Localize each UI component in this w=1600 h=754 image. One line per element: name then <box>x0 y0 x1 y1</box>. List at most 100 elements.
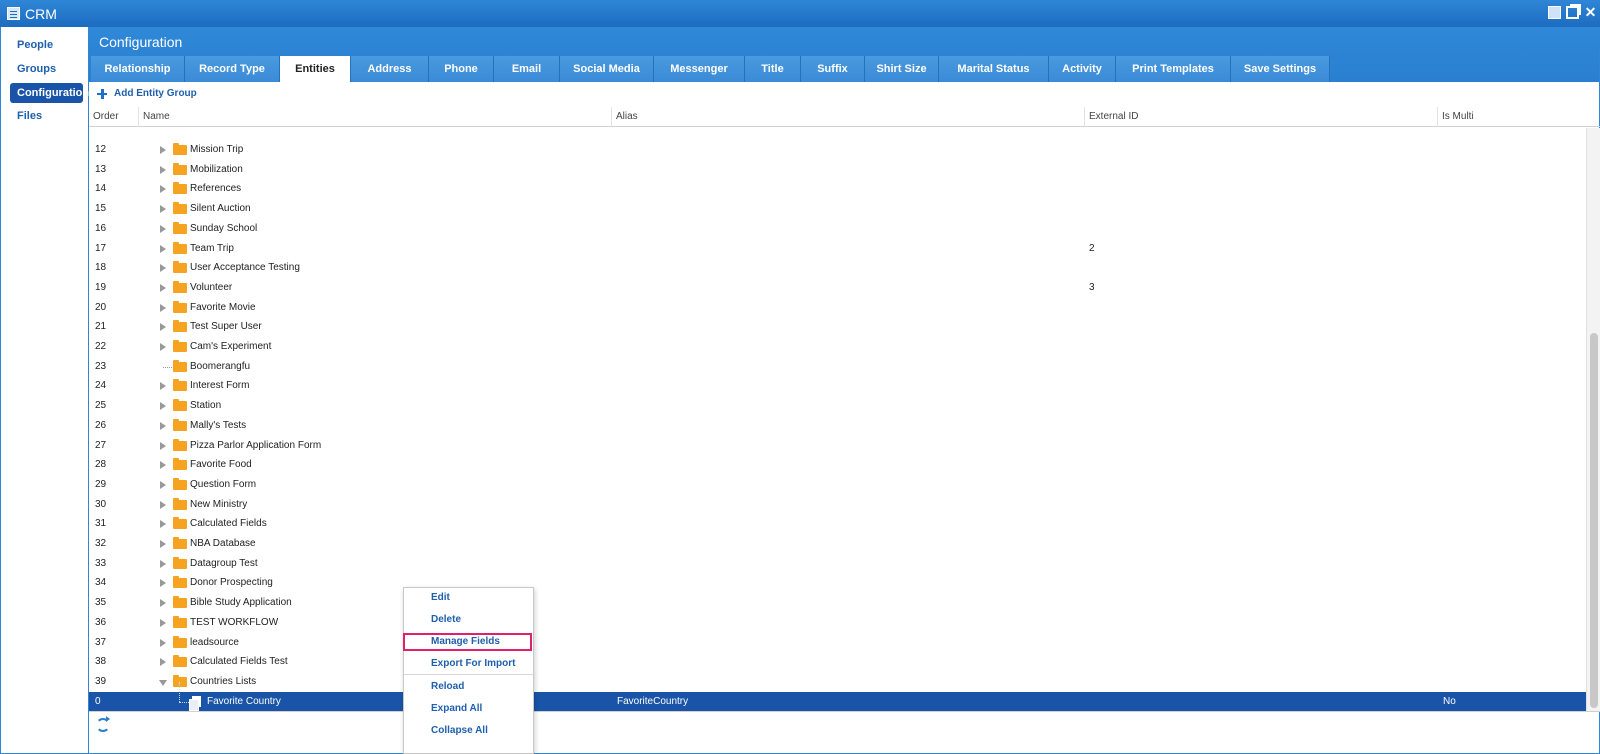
table-row[interactable]: 31 Calculated Fields <box>89 514 1586 534</box>
table-row[interactable]: 18 User Acceptance Testing <box>89 258 1586 278</box>
tab-print-templates[interactable]: Print Templates <box>1116 56 1231 82</box>
tab-title[interactable]: Title <box>745 56 801 82</box>
tab-email[interactable]: Email <box>494 56 560 82</box>
table-row[interactable]: 34 Donor Prospecting <box>89 573 1586 593</box>
collapsed-arrow-icon[interactable] <box>160 500 166 509</box>
table-row[interactable]: 14 References <box>89 179 1586 199</box>
collapsed-arrow-icon[interactable] <box>160 343 166 351</box>
refresh-icon[interactable] <box>96 716 110 732</box>
table-row[interactable]: 28 Favorite Food <box>89 455 1586 475</box>
table-row[interactable]: 19 Volunteer 3 <box>89 278 1586 298</box>
tab-activity[interactable]: Activity <box>1049 56 1116 82</box>
minimize-icon[interactable] <box>1547 5 1562 20</box>
table-row[interactable]: 13 Mobilization <box>89 160 1586 180</box>
tab-marital-status[interactable]: Marital Status <box>939 56 1049 82</box>
collapsed-arrow-icon[interactable] <box>160 185 166 194</box>
sidebar-item-configuration[interactable]: Configuration <box>10 83 89 103</box>
table-row[interactable]: 32 NBA Database <box>89 534 1586 554</box>
collapsed-arrow-icon[interactable] <box>160 323 166 332</box>
collapsed-arrow-icon[interactable] <box>160 264 166 273</box>
collapsed-arrow-icon[interactable] <box>160 402 166 411</box>
collapsed-arrow-icon[interactable] <box>160 461 166 470</box>
add-entity-group-button[interactable]: Add Entity Group <box>97 88 197 99</box>
row-order: 36 <box>95 616 107 628</box>
collapsed-arrow-icon[interactable] <box>160 244 166 253</box>
collapsed-arrow-icon[interactable] <box>160 224 166 233</box>
table-row[interactable]: 16 Sunday School <box>89 219 1586 239</box>
table-row[interactable]: 36 TEST WORKFLOW <box>89 613 1586 633</box>
collapsed-arrow-icon[interactable] <box>160 480 166 489</box>
table-row[interactable]: 22 Cam's Experiment <box>89 337 1586 357</box>
table-row[interactable]: 39 Countries Lists <box>89 672 1586 692</box>
sidebar-item-groups[interactable]: Groups <box>10 59 83 79</box>
table-row[interactable]: 38 Calculated Fields Test <box>89 652 1586 672</box>
collapsed-arrow-icon[interactable] <box>160 165 166 174</box>
tab-record-type[interactable]: Record Type <box>185 56 280 82</box>
collapsed-arrow-icon[interactable] <box>160 303 166 312</box>
table-row[interactable]: 17 Team Trip 2 <box>89 239 1586 259</box>
collapsed-arrow-icon[interactable] <box>160 520 166 529</box>
tab-suffix[interactable]: Suffix <box>801 56 865 82</box>
column-header-external-id[interactable]: External ID <box>1084 107 1437 127</box>
table-row[interactable]: 29 Question Form <box>89 475 1586 495</box>
tab-phone[interactable]: Phone <box>429 56 494 82</box>
table-row[interactable]: 23 Boomerangfu <box>89 357 1586 377</box>
collapsed-arrow-icon[interactable] <box>160 205 166 214</box>
table-row-selected[interactable]: 0 Favorite Country FavoriteCountry No <box>89 681 1586 711</box>
table-row[interactable]: 25 Station <box>89 396 1586 416</box>
tab-shirt-size[interactable]: Shirt Size <box>865 56 939 82</box>
row-order: 0 <box>95 695 101 707</box>
collapsed-arrow-icon[interactable] <box>160 599 166 608</box>
table-row[interactable]: 20 Favorite Movie <box>89 298 1586 318</box>
collapsed-arrow-icon[interactable] <box>160 146 166 154</box>
folder-icon <box>173 182 187 195</box>
table-row[interactable]: 26 Mally's Tests <box>89 416 1586 436</box>
table-row[interactable]: 37 leadsource <box>89 633 1586 653</box>
menu-item-delete[interactable]: Delete <box>404 611 535 629</box>
vertical-scrollbar[interactable] <box>1586 128 1600 711</box>
menu-item-collapse-all[interactable]: Collapse All <box>404 722 535 740</box>
tab-entities[interactable]: Entities <box>280 56 351 82</box>
restore-icon[interactable] <box>1565 5 1580 20</box>
scrollbar-thumb[interactable] <box>1590 333 1598 708</box>
tab-messenger[interactable]: Messenger <box>654 56 745 82</box>
tab-save-settings[interactable]: Save Settings <box>1231 56 1330 82</box>
collapsed-arrow-icon[interactable] <box>160 283 166 292</box>
collapsed-arrow-icon[interactable] <box>160 618 166 627</box>
collapsed-arrow-icon[interactable] <box>160 382 166 391</box>
collapsed-arrow-icon[interactable] <box>160 638 166 647</box>
sidebar-item-files[interactable]: Files <box>10 106 83 126</box>
column-header-is-multi[interactable]: Is Multi <box>1437 107 1586 127</box>
menu-item-manage-fields[interactable]: Manage Fields <box>403 633 532 651</box>
tab-relationship[interactable]: Relationship <box>91 56 185 82</box>
table-row[interactable]: 21 Test Super User <box>89 317 1586 337</box>
table-row[interactable]: 12 Mission Trip <box>89 140 1586 160</box>
row-name: Favorite Country <box>207 695 281 707</box>
table-row[interactable]: 27 Pizza Parlor Application Form <box>89 436 1586 456</box>
menu-item-edit[interactable]: Edit <box>404 589 535 607</box>
collapsed-arrow-icon[interactable] <box>160 559 166 568</box>
tab-social-media[interactable]: Social Media <box>560 56 654 82</box>
menu-item-reload[interactable]: Reload <box>404 678 535 696</box>
column-header-name[interactable]: Name <box>138 107 611 127</box>
expanded-arrow-icon[interactable] <box>159 679 167 686</box>
collapsed-arrow-icon[interactable] <box>160 579 166 588</box>
table-row[interactable]: 35 Bible Study Application <box>89 593 1586 613</box>
close-icon[interactable]: ✕ <box>1583 4 1598 20</box>
table-row[interactable]: 33 Datagroup Test <box>89 554 1586 574</box>
collapsed-arrow-icon[interactable] <box>160 540 166 548</box>
table-row[interactable]: 15 Silent Auction <box>89 199 1586 219</box>
collapsed-arrow-icon[interactable] <box>160 421 166 430</box>
table-row[interactable]: 30 New Ministry <box>89 495 1586 515</box>
column-header-alias[interactable]: Alias <box>611 107 1084 127</box>
collapsed-arrow-icon[interactable] <box>160 658 166 667</box>
tab-address[interactable]: Address <box>351 56 429 82</box>
row-order: 25 <box>95 400 107 412</box>
collapsed-arrow-icon[interactable] <box>160 441 166 450</box>
sidebar-item-people[interactable]: People <box>10 35 83 55</box>
menu-item-export-for-import[interactable]: Export For Import <box>404 655 535 673</box>
table-row[interactable]: 24 Interest Form <box>89 376 1586 396</box>
column-header-order[interactable]: Order <box>89 107 138 127</box>
menu-item-expand-all[interactable]: Expand All <box>404 700 535 718</box>
row-name: TEST WORKFLOW <box>190 616 279 628</box>
